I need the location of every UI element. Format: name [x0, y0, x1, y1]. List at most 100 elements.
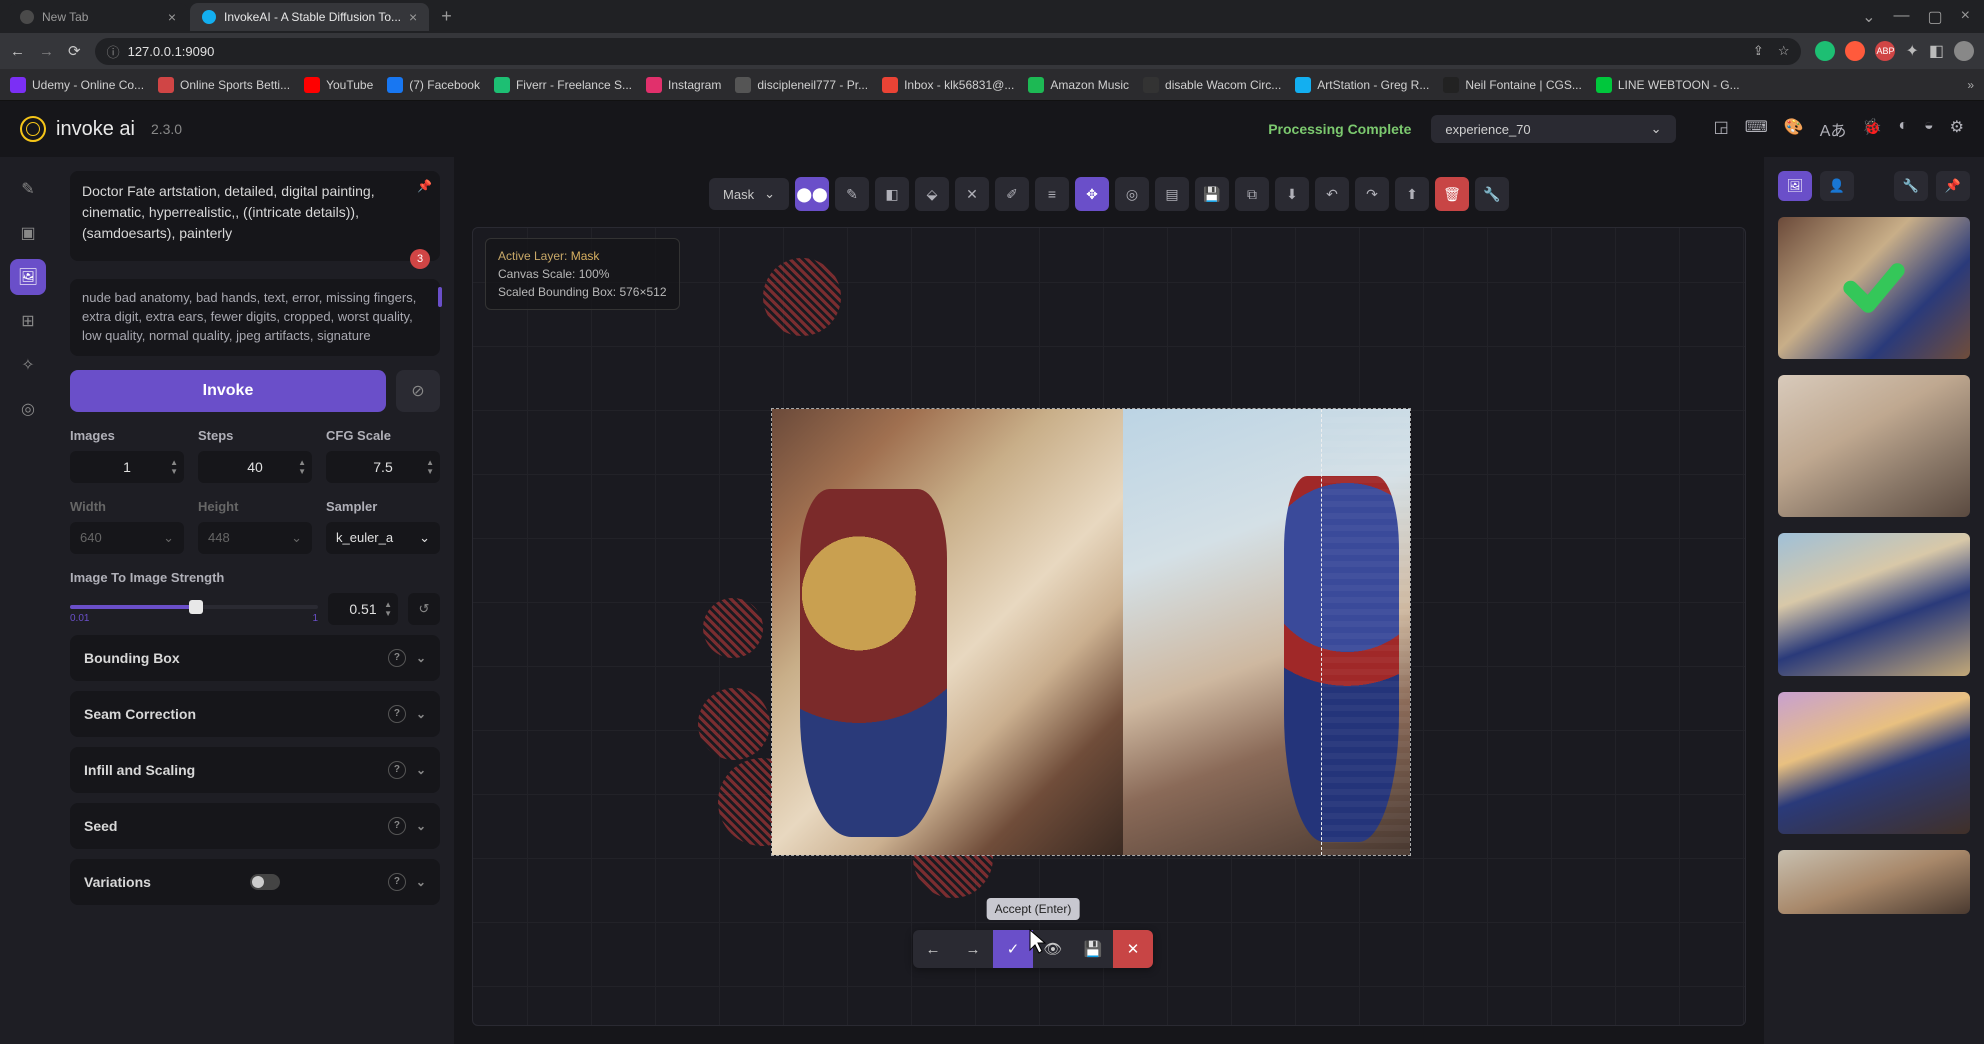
- accordion-seam[interactable]: Seam Correction?⌄: [70, 691, 440, 737]
- i2i-slider[interactable]: [70, 605, 318, 609]
- bookmark-item[interactable]: Udemy - Online Co...: [10, 77, 144, 93]
- gallery-tab-images[interactable]: 🖼: [1778, 171, 1812, 201]
- bookmark-item[interactable]: discipleneil777 - Pr...: [735, 77, 868, 93]
- gallery-thumb[interactable]: [1778, 850, 1970, 914]
- save-icon[interactable]: 💾: [1195, 177, 1229, 211]
- clear-icon[interactable]: ✕: [955, 177, 989, 211]
- chevron-down-icon[interactable]: ⌄: [1862, 7, 1875, 27]
- gear-icon[interactable]: ⚙: [1950, 117, 1964, 141]
- abp-icon[interactable]: ABP: [1875, 41, 1895, 61]
- slider-thumb[interactable]: [189, 600, 203, 614]
- accordion-seed[interactable]: Seed?⌄: [70, 803, 440, 849]
- steps-input[interactable]: 40▲▼: [198, 451, 312, 483]
- upload-icon[interactable]: ⬆: [1395, 177, 1429, 211]
- show-hide-button[interactable]: 👁: [1033, 930, 1073, 968]
- wrench-icon[interactable]: 🔧: [1475, 177, 1509, 211]
- help-icon[interactable]: ?: [388, 705, 406, 723]
- gallery-thumb[interactable]: [1778, 217, 1970, 359]
- gallery-pin-icon[interactable]: 📌: [1936, 171, 1970, 201]
- gallery-thumb[interactable]: [1778, 692, 1970, 834]
- color-picker-icon[interactable]: ✐: [995, 177, 1029, 211]
- close-icon[interactable]: ×: [409, 9, 417, 25]
- undo-icon[interactable]: ↶: [1315, 177, 1349, 211]
- bbox-edge[interactable]: [1321, 409, 1410, 855]
- generated-image[interactable]: [771, 408, 1411, 856]
- cancel-button[interactable]: ⊘: [396, 370, 440, 412]
- accordion-infill[interactable]: Infill and Scaling?⌄: [70, 747, 440, 793]
- extensions-menu-icon[interactable]: ✦: [1905, 41, 1918, 61]
- copy-icon[interactable]: ⧉: [1235, 177, 1269, 211]
- cfg-input[interactable]: 7.5▲▼: [326, 451, 440, 483]
- star-icon[interactable]: ☆: [1778, 43, 1790, 59]
- side-panel-icon[interactable]: ◧: [1929, 41, 1944, 61]
- extension-icon[interactable]: [1815, 41, 1835, 61]
- bookmark-item[interactable]: Instagram: [646, 77, 721, 93]
- help-icon[interactable]: ?: [388, 649, 406, 667]
- palette-icon[interactable]: 🎨: [1784, 117, 1804, 141]
- help-icon[interactable]: ?: [388, 817, 406, 835]
- browser-tab[interactable]: InvokeAI - A Stable Diffusion To... ×: [190, 3, 429, 31]
- reload-button[interactable]: ⟳: [68, 42, 81, 60]
- download-icon[interactable]: ⬇: [1275, 177, 1309, 211]
- layer-select[interactable]: Mask⌄: [709, 178, 789, 210]
- language-icon[interactable]: Aあ: [1820, 117, 1847, 141]
- width-select[interactable]: 640⌄: [70, 522, 184, 554]
- site-info-icon[interactable]: ⓘ: [107, 42, 120, 61]
- rail-training[interactable]: ◎: [10, 391, 46, 427]
- model-selector[interactable]: experience_70 ⌄: [1431, 115, 1675, 143]
- sampler-select[interactable]: k_euler_a⌄: [326, 522, 440, 554]
- forward-button[interactable]: →: [39, 43, 54, 60]
- bookmark-item[interactable]: (7) Facebook: [387, 77, 480, 93]
- accordion-variations[interactable]: Variations?⌄: [70, 859, 440, 905]
- bookmark-item[interactable]: Amazon Music: [1028, 77, 1129, 93]
- bookmark-item[interactable]: disable Wacom Circ...: [1143, 77, 1281, 93]
- rail-nodes[interactable]: ⊞: [10, 303, 46, 339]
- bookmark-item[interactable]: Online Sports Betti...: [158, 77, 290, 93]
- transform-icon[interactable]: ◎: [1115, 177, 1149, 211]
- negative-prompt[interactable]: nude bad anatomy, bad hands, text, error…: [70, 279, 440, 356]
- bookmark-item[interactable]: YouTube: [304, 77, 373, 93]
- bookmark-item[interactable]: LINE WEBTOON - G...: [1596, 77, 1740, 93]
- gallery-thumb[interactable]: [1778, 375, 1970, 517]
- pin-icon[interactable]: 📌: [417, 177, 432, 195]
- close-icon[interactable]: ×: [1961, 7, 1970, 27]
- keyboard-icon[interactable]: ⌨: [1745, 117, 1768, 141]
- help-icon[interactable]: ?: [388, 873, 406, 891]
- redo-icon[interactable]: ↷: [1355, 177, 1389, 211]
- delete-icon[interactable]: 🗑: [1435, 177, 1469, 211]
- lines-icon[interactable]: ≡: [1035, 177, 1069, 211]
- prev-button[interactable]: ←: [913, 930, 953, 968]
- bookmark-item[interactable]: Fiverr - Freelance S...: [494, 77, 632, 93]
- discord-icon[interactable]: ◒: [1924, 117, 1934, 141]
- next-button[interactable]: →: [953, 930, 993, 968]
- bug-icon[interactable]: 🐞: [1862, 117, 1882, 141]
- browser-tab[interactable]: New Tab ×: [8, 3, 188, 31]
- gallery-thumb[interactable]: [1778, 533, 1970, 675]
- stepper-icon[interactable]: ▲▼: [384, 600, 392, 618]
- eraser-icon[interactable]: ◧: [875, 177, 909, 211]
- canvas[interactable]: Active Layer: Mask Canvas Scale: 100% Sc…: [472, 227, 1746, 1026]
- gallery-tab-user[interactable]: 👤: [1820, 171, 1854, 201]
- images-input[interactable]: 1▲▼: [70, 451, 184, 483]
- height-select[interactable]: 448⌄: [198, 522, 312, 554]
- brush-tool[interactable]: ⬤⬤: [795, 177, 829, 211]
- gallery-settings-icon[interactable]: 🔧: [1894, 171, 1928, 201]
- share-icon[interactable]: ⇪: [1753, 43, 1764, 59]
- brush-icon[interactable]: ✎: [835, 177, 869, 211]
- github-icon[interactable]: ◐: [1898, 117, 1908, 141]
- accordion-bbox[interactable]: Bounding Box?⌄: [70, 635, 440, 681]
- i2i-value[interactable]: 0.51▲▼: [328, 593, 398, 625]
- rail-canvas[interactable]: 🖼: [10, 259, 46, 295]
- variations-toggle[interactable]: [250, 874, 280, 890]
- stepper-icon[interactable]: ▲▼: [426, 458, 434, 476]
- scrollbar-thumb[interactable]: [438, 287, 442, 307]
- stepper-icon[interactable]: ▲▼: [170, 458, 178, 476]
- fill-icon[interactable]: ⬙: [915, 177, 949, 211]
- new-tab-button[interactable]: +: [431, 6, 462, 27]
- rail-postprocess[interactable]: ✧: [10, 347, 46, 383]
- extension-icon[interactable]: [1845, 41, 1865, 61]
- rail-txt2img[interactable]: ✎: [10, 171, 46, 207]
- save-staging-button[interactable]: 💾: [1073, 930, 1113, 968]
- layers-icon[interactable]: ▤: [1155, 177, 1189, 211]
- reset-button[interactable]: ↺: [408, 593, 440, 625]
